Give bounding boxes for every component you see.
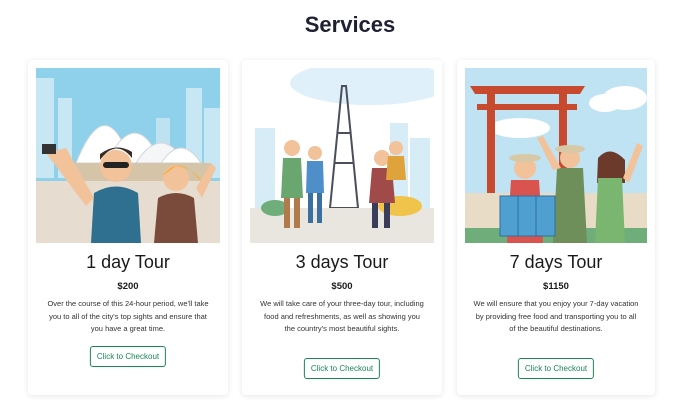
card-description: We will take care of your three-day tour…	[260, 299, 424, 333]
sydney-illustration	[36, 68, 220, 243]
card-description: We will ensure that you enjoy your 7-day…	[473, 299, 639, 333]
service-card-1day: 1 day Tour $200 Over the course of this …	[28, 60, 228, 395]
service-card-3days: 3 days Tour $500 We will take care of yo…	[242, 60, 442, 395]
card-image-sydney	[36, 68, 220, 243]
checkout-button[interactable]: Click to Checkout	[89, 346, 167, 367]
checkout-button[interactable]: Click to Checkout	[517, 358, 595, 379]
card-title: 3 days Tour	[295, 252, 389, 272]
card-image-japan	[465, 68, 647, 243]
service-card-7days: 7 days Tour $1150 We will ensure that yo…	[457, 60, 655, 395]
card-price: $200	[117, 281, 139, 292]
card-description: Over the course of this 24-hour period, …	[47, 299, 209, 333]
paris-illustration	[250, 68, 434, 243]
card-price: $1150	[543, 281, 569, 292]
japan-illustration	[465, 68, 647, 243]
page-title: Services	[304, 12, 396, 37]
checkout-button[interactable]: Click to Checkout	[303, 358, 381, 379]
card-image-paris	[250, 68, 434, 243]
card-title: 7 days Tour	[509, 252, 603, 272]
card-title: 1 day Tour	[86, 252, 170, 272]
card-price: $500	[331, 281, 353, 292]
